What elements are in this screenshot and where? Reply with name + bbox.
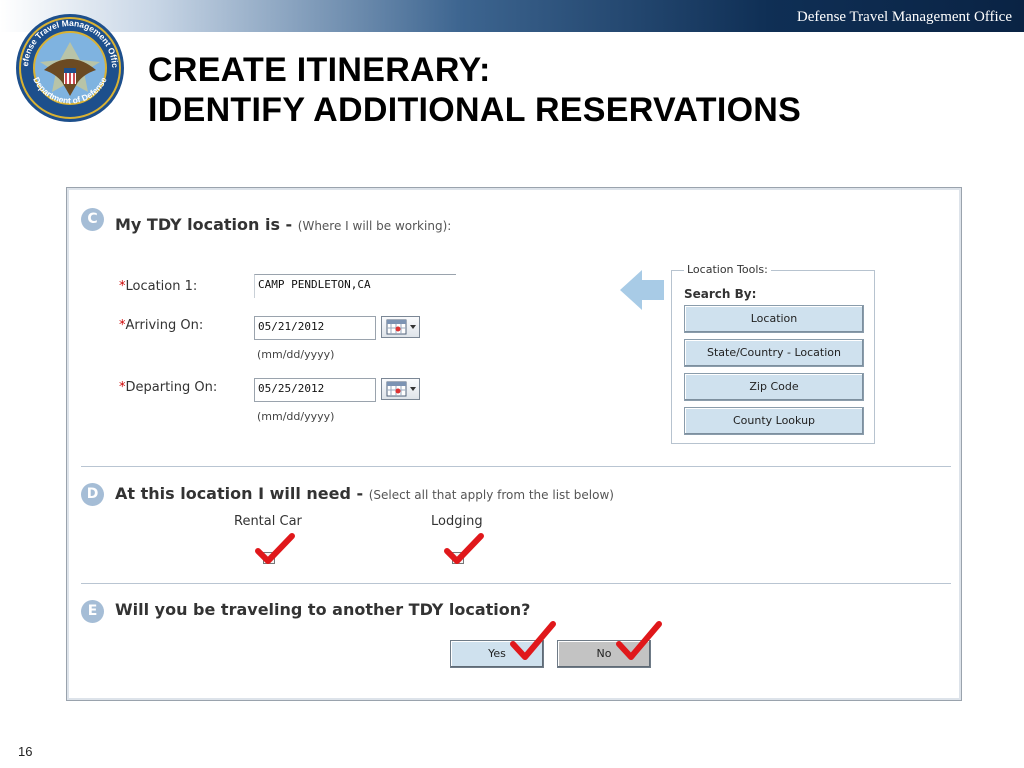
section-c-subtitle: (Where I will be working): [297, 219, 452, 233]
calendar-icon [386, 381, 416, 397]
location-label: *Location 1: [119, 279, 197, 294]
departing-calendar-button[interactable] [381, 378, 420, 400]
org-name: Defense Travel Management Office [796, 9, 1012, 25]
section-e-badge: E [81, 600, 104, 623]
rental-car-label: Rental Car [234, 514, 302, 529]
section-d-subtitle: (Select all that apply from the list bel… [368, 488, 614, 502]
itinerary-form-screenshot: C My TDY location is - (Where I will be … [66, 187, 962, 701]
section-c-title-text: My TDY location is [115, 215, 280, 234]
section-divider [81, 583, 951, 584]
search-by-state-country-button[interactable]: State/Country - Location [684, 339, 864, 367]
section-d-title: At this location I will need - (Select a… [115, 484, 614, 503]
section-c-dash: - [285, 215, 293, 234]
red-checkmark-icon [510, 621, 556, 660]
slide-title: CREATE ITINERARY: IDENTIFY ADDITIONAL RE… [148, 50, 801, 130]
location-tools-legend: Location Tools: [684, 263, 771, 276]
arriving-date-format-hint: (mm/dd/yyyy) [257, 348, 335, 361]
lodging-label: Lodging [431, 514, 483, 529]
red-checkmark-icon [255, 533, 295, 564]
title-line-1: CREATE ITINERARY: [148, 51, 491, 89]
arriving-label-text: Arriving On: [125, 318, 204, 333]
county-lookup-button[interactable]: County Lookup [684, 407, 864, 435]
departing-label-text: Departing On: [125, 380, 218, 395]
location-label-text: Location 1: [125, 279, 198, 294]
arriving-date-input[interactable]: 05/21/2012 [254, 316, 376, 340]
page-number: 16 [18, 744, 33, 759]
departing-date-format-hint: (mm/dd/yyyy) [257, 410, 335, 423]
search-by-zip-code-button[interactable]: Zip Code [684, 373, 864, 401]
section-d-dash: - [356, 484, 364, 503]
arriving-label: *Arriving On: [119, 318, 203, 333]
section-divider [81, 466, 951, 467]
section-d-title-text: At this location I will need [115, 484, 351, 503]
search-by-heading: Search By: [684, 287, 757, 301]
location-tools-panel: Location Tools: Search By: Location Stat… [671, 263, 875, 444]
location-input[interactable]: CAMP PENDLETON,CA [254, 274, 456, 298]
search-by-location-button[interactable]: Location [684, 305, 864, 333]
arriving-calendar-button[interactable] [381, 316, 420, 338]
departing-date-input[interactable]: 05/25/2012 [254, 378, 376, 402]
section-c-title: My TDY location is - (Where I will be wo… [115, 215, 451, 234]
section-d-badge: D [81, 483, 104, 506]
calendar-icon [386, 319, 416, 335]
section-c-badge: C [81, 208, 104, 231]
red-checkmark-icon [616, 621, 662, 660]
departing-label: *Departing On: [119, 380, 217, 395]
red-checkmark-icon [444, 533, 484, 564]
dtmo-seal-logo: Defense Travel Management Office Departm… [14, 12, 124, 122]
header-bar: Defense Travel Management Office [0, 0, 1024, 32]
title-line-2: IDENTIFY ADDITIONAL RESERVATIONS [148, 91, 802, 129]
left-arrow-icon [620, 270, 664, 310]
section-e-title: Will you be traveling to another TDY loc… [115, 600, 531, 619]
